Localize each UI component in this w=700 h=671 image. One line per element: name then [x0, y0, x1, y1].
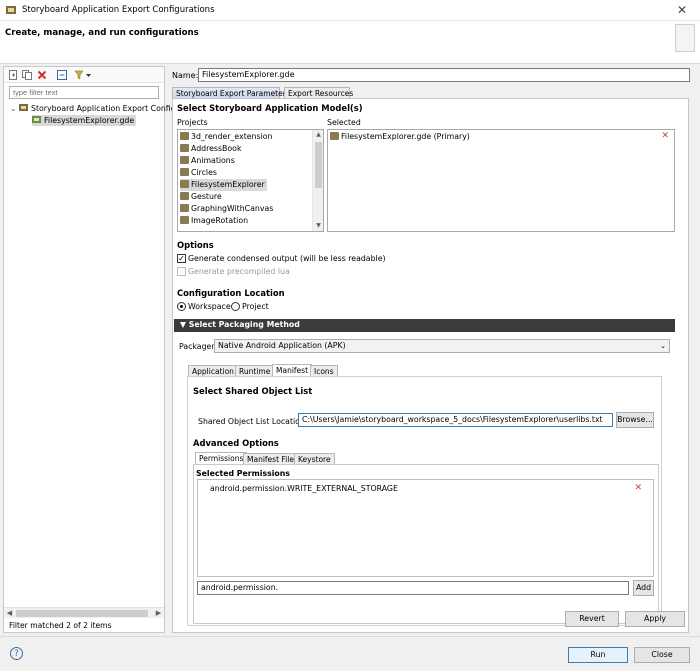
- project-icon: [180, 144, 189, 152]
- project-icon: [180, 216, 189, 224]
- projects-label: Projects: [177, 118, 208, 127]
- list-item[interactable]: ImageRotation: [180, 215, 248, 227]
- remove-selected-icon[interactable]: ✕: [661, 131, 669, 141]
- options-title: Options: [177, 240, 214, 250]
- expand-triangle-icon: ▼: [180, 320, 189, 329]
- tree-horizontal-scrollbar[interactable]: ◀ ▶: [4, 607, 164, 618]
- manifest-panel: Select Shared Object List Shared Object …: [187, 376, 662, 626]
- tree-item-filesystemexplorer[interactable]: FilesystemExplorer.gde: [32, 115, 137, 126]
- list-item[interactable]: 3d_render_extension: [180, 131, 272, 143]
- list-item[interactable]: android.permission.WRITE_EXTERNAL_STORAG…: [210, 484, 398, 493]
- packager-select[interactable]: Native Android Application (APK) ⌄: [214, 339, 670, 353]
- model-section-title: Select Storyboard Application Model(s): [177, 103, 363, 113]
- project-icon: [180, 156, 189, 164]
- storyboard-app-icon: [6, 6, 16, 14]
- selected-label: Selected: [327, 118, 361, 127]
- packaging-section-bar[interactable]: ▼ Select Packaging Method: [174, 319, 675, 332]
- workspace-label: Workspace: [188, 302, 231, 311]
- gde-file-icon: [330, 132, 339, 140]
- list-item[interactable]: Circles: [180, 167, 217, 179]
- list-item-selected[interactable]: FilesystemExplorer: [180, 179, 267, 191]
- filter-status: Filter matched 2 of 2 items: [9, 621, 112, 630]
- dialog-header: Create, manage, and run configurations: [0, 21, 700, 64]
- shared-object-location-field[interactable]: C:\Users\Jamie\storyboard_workspace_5_do…: [298, 413, 613, 427]
- tree-toolbar: [4, 67, 164, 83]
- selected-permissions-title: Selected Permissions: [196, 469, 290, 478]
- dialog-header-text: Create, manage, and run configurations: [5, 28, 199, 38]
- config-location-title: Configuration Location: [177, 288, 285, 298]
- packager-label: Packager:: [179, 342, 218, 351]
- advanced-options-title: Advanced Options: [193, 438, 279, 448]
- scrollbar-thumb[interactable]: [315, 142, 322, 188]
- tree-item-storyboard-export[interactable]: ⌄ Storyboard Application Export Configu: [10, 103, 181, 114]
- list-item[interactable]: AddressBook: [180, 143, 241, 155]
- permission-input[interactable]: android.permission.: [197, 581, 629, 595]
- export-parameters-panel: Select Storyboard Application Model(s) P…: [172, 98, 689, 633]
- project-icon: [180, 180, 189, 188]
- workspace-radio[interactable]: [177, 302, 186, 311]
- scroll-right-icon[interactable]: ▶: [153, 608, 164, 619]
- window-close-button[interactable]: ✕: [670, 2, 694, 18]
- condensed-output-label: Generate condensed output (will be less …: [188, 254, 386, 263]
- project-label: Project: [242, 302, 269, 311]
- scroll-up-icon[interactable]: ▲: [313, 130, 324, 140]
- project-radio[interactable]: [231, 302, 240, 311]
- title-bar: Storyboard Application Export Configurat…: [0, 0, 700, 21]
- project-icon: [180, 204, 189, 212]
- tree-item-label: FilesystemExplorer.gde: [44, 116, 135, 125]
- projects-scrollbar[interactable]: ▲ ▼: [312, 130, 323, 231]
- project-icon: [180, 192, 189, 200]
- revert-button[interactable]: Revert: [565, 611, 619, 627]
- shared-object-label: Shared Object List Location:: [198, 417, 308, 426]
- export-config-icon: [19, 104, 28, 111]
- run-button[interactable]: Run: [568, 647, 628, 663]
- precompiled-lua-label: Generate precompiled lua: [188, 267, 290, 276]
- delete-icon[interactable]: [37, 70, 47, 80]
- scrollbar-thumb[interactable]: [16, 610, 148, 617]
- list-item[interactable]: Gesture: [180, 191, 222, 203]
- selected-list[interactable]: FilesystemExplorer.gde (Primary) ✕: [327, 129, 675, 232]
- condensed-output-checkbox[interactable]: ✓: [177, 254, 186, 263]
- browse-button[interactable]: Browse...: [616, 412, 654, 428]
- collapse-all-icon[interactable]: [57, 70, 67, 80]
- filter-input[interactable]: [9, 86, 159, 99]
- header-banner-icon: [675, 24, 695, 52]
- window-title: Storyboard Application Export Configurat…: [22, 5, 215, 15]
- packager-value: Native Android Application (APK): [218, 341, 346, 350]
- dialog-button-bar: ? Run Close: [0, 636, 700, 671]
- chevron-down-icon[interactable]: ⌄: [10, 103, 19, 114]
- packaging-bar-title: Select Packaging Method: [188, 320, 300, 329]
- project-icon: [180, 132, 189, 140]
- project-icon: [180, 168, 189, 176]
- list-item[interactable]: GraphingWithCanvas: [180, 203, 273, 215]
- shared-object-title: Select Shared Object List: [193, 386, 313, 396]
- scroll-down-icon[interactable]: ▼: [313, 221, 324, 231]
- configuration-tree-pane: ⌄ Storyboard Application Export Configu F…: [3, 66, 181, 633]
- remove-permission-icon[interactable]: ✕: [634, 483, 642, 493]
- gde-file-icon: [32, 116, 41, 123]
- permissions-panel: Selected Permissions android.permission.…: [193, 464, 659, 624]
- tab-permissions[interactable]: Permissions: [195, 452, 248, 464]
- help-icon[interactable]: ?: [10, 647, 23, 660]
- chevron-down-icon: ⌄: [660, 342, 666, 350]
- name-label: Name:: [172, 71, 199, 80]
- filter-menu-icon[interactable]: [74, 70, 92, 80]
- tree-item-label: Storyboard Application Export Configu: [31, 104, 181, 113]
- duplicate-icon[interactable]: [22, 70, 32, 80]
- apply-button[interactable]: Apply: [625, 611, 685, 627]
- list-item[interactable]: FilesystemExplorer.gde (Primary): [330, 131, 470, 143]
- projects-list[interactable]: 3d_render_extension AddressBook Animatio…: [177, 129, 324, 232]
- add-permission-button[interactable]: Add: [633, 580, 654, 596]
- scroll-left-icon[interactable]: ◀: [4, 608, 15, 619]
- precompiled-lua-checkbox: [177, 267, 186, 276]
- list-item[interactable]: Animations: [180, 155, 235, 167]
- permissions-list[interactable]: android.permission.WRITE_EXTERNAL_STORAG…: [197, 479, 654, 577]
- new-config-icon[interactable]: [8, 70, 18, 80]
- name-field[interactable]: FilesystemExplorer.gde: [198, 68, 690, 82]
- close-button[interactable]: Close: [634, 647, 690, 663]
